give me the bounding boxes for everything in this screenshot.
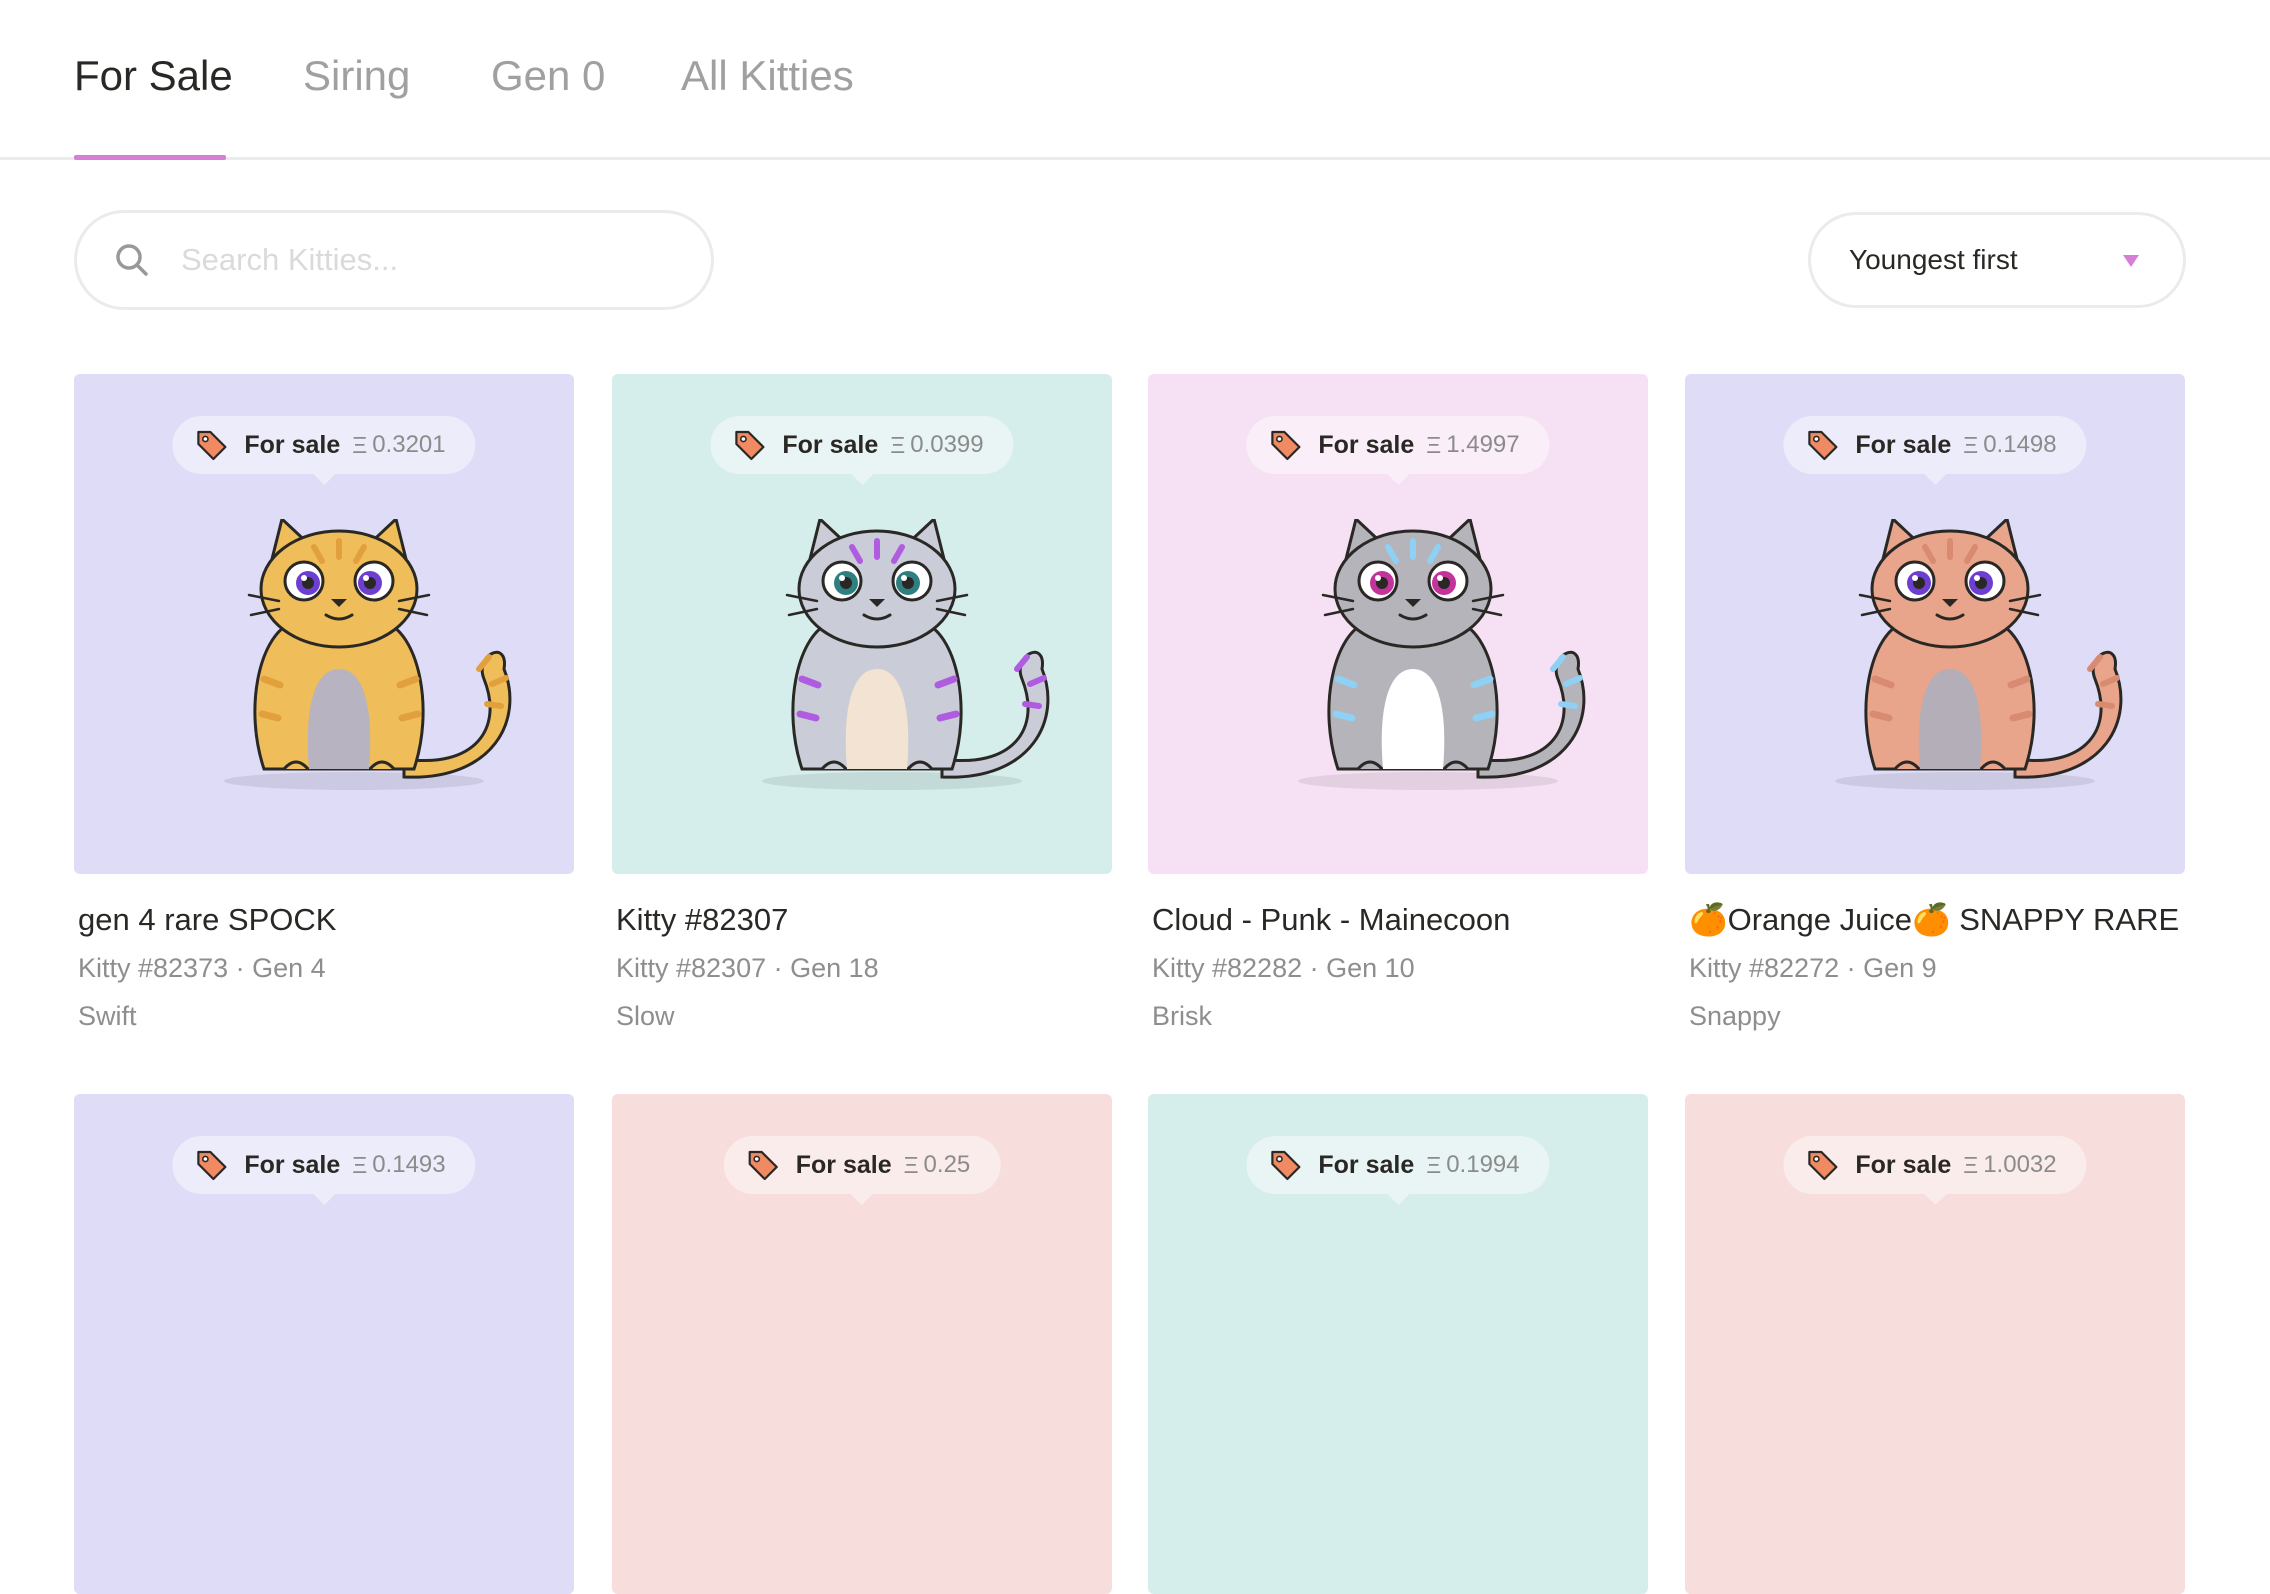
kitty-price: 0.1498 (1983, 431, 2057, 458)
kitty-price: 0.25 (923, 1151, 971, 1178)
kitty-name[interactable]: Cloud - Punk - Mainecoon (1152, 900, 1648, 940)
kitty-card[interactable]: For sale Ξ 0.3201 gen 4 rare SPOCK Kitty… (74, 374, 574, 1034)
kitty-cooldown: Brisk (1152, 1001, 1212, 1031)
kitty-image-tile[interactable]: For sale Ξ 0.1493 (74, 1094, 574, 1594)
for-sale-badge: For sale Ξ 0.3201 (172, 416, 476, 485)
eth-symbol: Ξ (890, 431, 906, 458)
eth-symbol: Ξ (1963, 431, 1979, 458)
kitty-id-generation: Kitty #82373 · Gen 4 (78, 953, 326, 983)
kitty-name[interactable]: 🍊Orange Juice🍊 SNAPPY RARE (1689, 900, 2185, 940)
kitty-image-tile[interactable]: For sale Ξ 0.1498 (1685, 374, 2185, 874)
kitty-id-generation: Kitty #82282 · Gen 10 (1152, 953, 1415, 983)
badge-label: For sale (795, 1150, 892, 1179)
kitty-card[interactable]: For sale Ξ 0.1493 (74, 1094, 574, 1594)
kitty-cooldown: Snappy (1689, 1001, 1781, 1031)
kitty-id-generation: Kitty #82272 · Gen 9 (1689, 953, 1937, 983)
kitty-illustration (1298, 519, 1586, 790)
search-input[interactable] (181, 242, 661, 278)
kitty-card[interactable]: For sale Ξ 0.0399 Kitty #82307 Kitty #82… (612, 374, 1112, 1034)
kitty-cooldown: Slow (616, 1001, 675, 1031)
kitty-card[interactable]: For sale Ξ 0.1498 🍊Orange Juice🍊 SNAPPY … (1685, 374, 2185, 1034)
kitty-image-tile[interactable]: For sale Ξ 0.1994 (1148, 1094, 1648, 1594)
price-tag-icon (1808, 1150, 1838, 1181)
kitty-name[interactable]: gen 4 rare SPOCK (78, 900, 574, 940)
kitty-card[interactable]: For sale Ξ 0.1994 (1148, 1094, 1648, 1594)
for-sale-badge: For sale Ξ 0.1498 (1783, 416, 2087, 485)
kitty-price: 0.1994 (1446, 1151, 1520, 1178)
search-icon (116, 244, 148, 276)
badge-label: For sale (244, 1150, 341, 1179)
caret-down-icon (2123, 255, 2139, 267)
eth-symbol: Ξ (1426, 1151, 1442, 1178)
eth-symbol: Ξ (1426, 431, 1442, 458)
kitty-image-tile[interactable]: For sale Ξ 1.4997 (1148, 374, 1648, 874)
kitty-image-tile[interactable]: For sale Ξ 1.0032 (1685, 1094, 2185, 1594)
kitty-illustration (224, 519, 512, 790)
badge-label: For sale (1318, 1150, 1415, 1179)
price-tag-icon (197, 430, 227, 461)
kitty-price: 0.3201 (372, 431, 446, 458)
tab-gen-0[interactable]: Gen 0 (491, 48, 605, 104)
kitty-image-tile[interactable]: For sale Ξ 0.25 (612, 1094, 1112, 1594)
sort-selected-value: Youngest first (1849, 244, 2018, 275)
price-tag-icon (735, 430, 765, 461)
price-tag-icon (1808, 430, 1838, 461)
kitty-card[interactable]: For sale Ξ 0.25 (612, 1094, 1112, 1594)
kitty-price: 0.0399 (910, 431, 984, 458)
price-tag-icon (748, 1150, 778, 1181)
kitty-illustration (1835, 519, 2123, 790)
kitty-card[interactable]: For sale Ξ 1.4997 Cloud - Punk - Maineco… (1148, 374, 1648, 1034)
kitty-price: 1.4997 (1446, 431, 1520, 458)
category-tabs: For Sale Siring Gen 0 All Kitties (0, 0, 2270, 160)
price-tag-icon (197, 1150, 227, 1181)
for-sale-badge: For sale Ξ 1.0032 (1783, 1136, 2087, 1205)
kitty-price: 0.1493 (372, 1151, 446, 1178)
eth-symbol: Ξ (903, 1151, 919, 1178)
kitty-image-tile[interactable]: For sale Ξ 0.3201 (74, 374, 574, 874)
kitty-card[interactable]: For sale Ξ 1.0032 (1685, 1094, 2185, 1594)
badge-label: For sale (1855, 430, 1952, 459)
for-sale-badge: For sale Ξ 0.25 (723, 1136, 1001, 1205)
kitty-illustration (762, 519, 1050, 790)
badge-label: For sale (1855, 1150, 1952, 1179)
price-tag-icon (1271, 1150, 1301, 1181)
kitty-price: 1.0032 (1983, 1151, 2057, 1178)
tab-siring[interactable]: Siring (303, 48, 410, 104)
for-sale-badge: For sale Ξ 0.0399 (710, 416, 1014, 485)
kitty-id-generation: Kitty #82307 · Gen 18 (616, 953, 879, 983)
badge-label: For sale (244, 430, 341, 459)
eth-symbol: Ξ (1963, 1151, 1979, 1178)
badge-label: For sale (782, 430, 879, 459)
eth-symbol: Ξ (352, 1151, 368, 1178)
kitty-cooldown: Swift (78, 1001, 137, 1031)
for-sale-badge: For sale Ξ 0.1994 (1246, 1136, 1550, 1205)
for-sale-badge: For sale Ξ 0.1493 (172, 1136, 476, 1205)
kitty-image-tile[interactable]: For sale Ξ 0.0399 (612, 374, 1112, 874)
tab-for-sale[interactable]: For Sale (74, 48, 233, 104)
kitty-name[interactable]: Kitty #82307 (616, 900, 1112, 940)
active-tab-indicator (74, 155, 226, 160)
price-tag-icon (1271, 430, 1301, 461)
eth-symbol: Ξ (352, 431, 368, 458)
sort-dropdown[interactable]: Youngest first (1808, 212, 2186, 308)
search-box[interactable] (74, 210, 714, 310)
tab-all-kitties[interactable]: All Kitties (681, 48, 854, 104)
badge-label: For sale (1318, 430, 1415, 459)
for-sale-badge: For sale Ξ 1.4997 (1246, 416, 1550, 485)
